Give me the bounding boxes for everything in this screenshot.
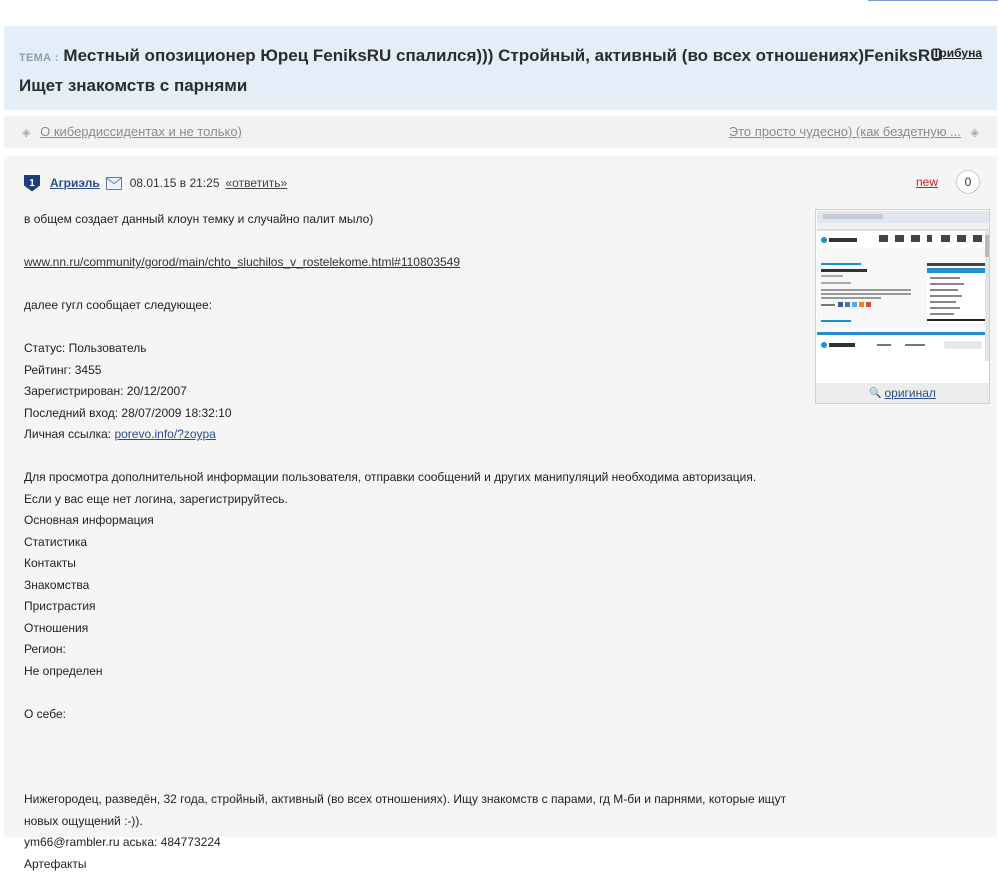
post-text-line: Регион:	[24, 639, 804, 661]
topic-label: ТЕМА :	[19, 52, 59, 64]
blank-line	[24, 317, 804, 339]
prev-topic[interactable]: ◈ О кибердиссидентах и не только)	[16, 124, 242, 139]
post-date: 08.01.15 в 21:25	[130, 176, 220, 190]
post-text-line: Пристрастия	[24, 596, 804, 618]
blank-line	[24, 682, 804, 704]
topic-title: ТЕМА : Местный опозиционер Юрец FeniksRU…	[19, 42, 982, 99]
original-image-bar: 🔍 оригинал	[816, 383, 989, 403]
personal-link-line: Личная ссылка: porevo.info/?zoypa	[24, 424, 804, 446]
post-text-line: Последний вход: 28/07/2009 18:32:10	[24, 403, 804, 425]
topic-navigation: ◈ О кибердиссидентах и не только) Это пр…	[4, 116, 997, 148]
post-link[interactable]: www.nn.ru/community/gorod/main/chto_sluc…	[24, 255, 460, 269]
rostelecom-page-preview	[817, 211, 989, 383]
post-body: в общем создает данный клоун темку и слу…	[24, 209, 804, 875]
blank-line	[24, 231, 804, 253]
post-text-line: Если у вас еще нет логина, зарегистрируй…	[24, 489, 804, 511]
post-text-line: Для просмотра дополнительной информации …	[24, 467, 804, 489]
blank-line	[24, 274, 804, 296]
next-topic[interactable]: Это просто чудесно) (как бездетную ... ◈	[729, 124, 985, 139]
post-text-line: Не определен	[24, 661, 804, 683]
magnifier-icon: 🔍	[869, 388, 881, 399]
blank-line	[24, 446, 804, 468]
post-text-line: ym66@rambler.ru аська: 484773224	[24, 832, 804, 854]
personal-link-label: Личная ссылка:	[24, 427, 114, 441]
reply-counter: 0	[956, 170, 980, 194]
post-text-line: Статистика	[24, 532, 804, 554]
screenshot-preview[interactable]	[817, 211, 989, 383]
blank-line	[24, 725, 804, 768]
prev-topic-link[interactable]: О кибердиссидентах и не только)	[40, 124, 242, 139]
topic-title-text: Местный опозиционер Юрец FeniksRU спалил…	[19, 46, 942, 95]
topic-header: ТЕМА : Местный опозиционер Юрец FeniksRU…	[4, 26, 997, 110]
post-text-line: Знакомства	[24, 575, 804, 597]
post-text-line: далее гугл сообщает следующее:	[24, 295, 804, 317]
post-text-line: Зарегистрирован: 20/12/2007	[24, 381, 804, 403]
next-topic-link[interactable]: Это просто чудесно) (как бездетную ...	[729, 124, 961, 139]
top-divider	[868, 0, 998, 1]
post-text-line: О себе:	[24, 704, 804, 726]
post-header: 1 Агриэль 08.01.15 в 21:25 «ответить»	[24, 174, 287, 192]
post-text-line: Основная информация	[24, 510, 804, 532]
original-image-link[interactable]: оригинал	[885, 386, 936, 400]
next-arrow-icon: ◈	[971, 127, 979, 139]
new-badge[interactable]: new	[916, 175, 938, 189]
post-text-line: Контакты	[24, 553, 804, 575]
personal-link[interactable]: porevo.info/?zoypa	[114, 427, 215, 441]
post-text-line: Артефакты	[24, 854, 804, 875]
post-text-line: в общем создает данный клоун темку и слу…	[24, 209, 804, 231]
mail-icon[interactable]	[106, 177, 122, 190]
author-link[interactable]: Агриэль	[50, 176, 100, 190]
post-text-line: Статус: Пользователь	[24, 338, 804, 360]
forum-post: 1 Агриэль 08.01.15 в 21:25 «ответить» ne…	[4, 156, 997, 837]
prev-arrow-icon: ◈	[22, 127, 30, 139]
rank-shield-icon: 1	[24, 175, 40, 192]
reply-link[interactable]: «ответить»	[226, 176, 288, 190]
image-thumbnail[interactable]: 🔍 оригинал	[815, 209, 990, 404]
post-text-line: Нижегородец, разведён, 32 года, стройный…	[24, 789, 804, 832]
forum-link[interactable]: Трибуна	[933, 46, 982, 60]
post-text-line: Рейтинг: 3455	[24, 360, 804, 382]
post-text-line: Отношения	[24, 618, 804, 640]
blank-line	[24, 768, 804, 789]
